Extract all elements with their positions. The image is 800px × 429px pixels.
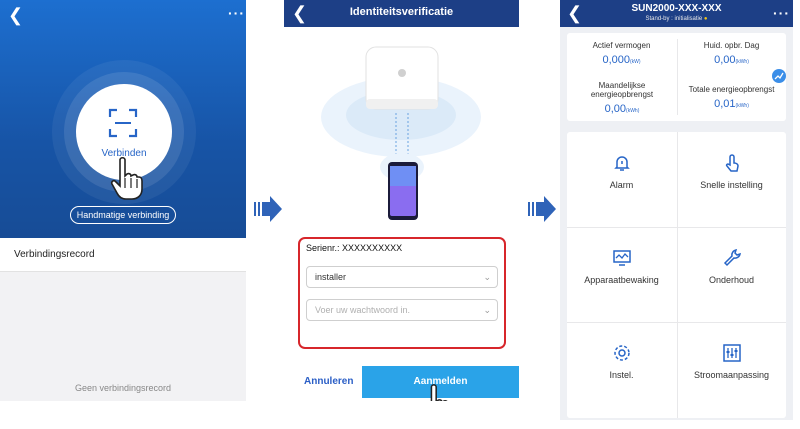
tile-label: Snelle instelling [700, 180, 763, 190]
tile-label: Onderhoud [708, 275, 755, 285]
stat-value: 0,000 [602, 54, 630, 66]
stat-value: 0,01 [714, 98, 736, 110]
tile-device-monitoring[interactable]: Apparaatbewaking [567, 227, 676, 322]
stat-unit: (kWh) [735, 59, 749, 65]
header-bar: ❮ SUN2000-XXX-XXX Stand-by : initialisat… [560, 0, 793, 27]
device-status: Stand-by : initialisatie ● [560, 16, 793, 22]
more-icon[interactable]: ··· [773, 5, 790, 21]
stat-active-power: Actief vermogen 0,000(kW) [567, 41, 676, 68]
identity-verification-screen: ❮ Identiteitsverificatie Serienr.: XXXXX… [284, 0, 519, 401]
stat-label: Totale energieopbrengst [688, 85, 775, 94]
tile-quick-settings[interactable]: Snelle instelling [677, 132, 786, 227]
tile-settings[interactable]: Instel. [567, 322, 676, 417]
pairing-illustration [284, 27, 519, 232]
scan-icon [108, 108, 138, 138]
cancel-button[interactable]: Annuleren [304, 376, 353, 387]
stats-panel: Actief vermogen 0,000(kW) Huid. opbr. Da… [567, 33, 786, 121]
wrench-icon [723, 249, 741, 267]
user-value: installer [315, 272, 347, 282]
tap-icon [725, 154, 739, 172]
tap-hand-icon [430, 384, 448, 401]
user-select[interactable]: installer ⌄ [306, 266, 498, 288]
password-placeholder: Voer uw wachtwoord in. [315, 305, 411, 315]
stats-divider [677, 39, 678, 115]
stat-unit: (kW) [629, 59, 641, 65]
tile-power-adjustment[interactable]: Stroomaanpassing [677, 322, 786, 417]
device-dashboard-screen: ❮ SUN2000-XXX-XXX Stand-by : initialisat… [560, 0, 793, 420]
stat-label: Huid. opbr. Dag [703, 41, 760, 50]
no-record-text: Geen verbindingsrecord [74, 383, 172, 393]
stat-value: 0,00 [604, 103, 627, 115]
tile-alarm[interactable]: Alarm [567, 132, 676, 227]
connection-record-title: Verbindingsrecord [0, 238, 246, 272]
arrow-right-icon [528, 196, 556, 222]
tile-maintenance[interactable]: Onderhoud [677, 227, 786, 322]
serial-number: Serienr.: XXXXXXXXXX [306, 243, 402, 253]
function-grid: Alarm Snelle instelling Apparaatbewaking… [567, 132, 786, 418]
tap-hand-icon [110, 156, 143, 200]
stat-value: 0,00 [714, 54, 736, 66]
stat-label: Actief vermogen [592, 41, 651, 50]
tile-label: Instel. [609, 370, 634, 380]
tile-label: Stroomaanpassing [693, 370, 770, 380]
tile-label: Alarm [609, 180, 634, 190]
sliders-icon [723, 344, 741, 362]
serial-label: Serienr.: [306, 243, 340, 253]
stat-unit: (kWh) [735, 103, 749, 109]
bell-icon [614, 156, 630, 171]
chevron-down-icon[interactable]: ⌄ [483, 267, 491, 287]
stat-unit: (kWh) [626, 108, 640, 114]
stat-label: Maandelijkse energieopbrengst [590, 81, 654, 99]
status-dot-icon: ● [703, 16, 708, 22]
gear-icon [614, 345, 630, 361]
password-field[interactable]: Voer uw wachtwoord in. ⌄ [306, 299, 498, 321]
chevron-down-icon[interactable]: ⌄ [483, 300, 491, 320]
tile-label: Apparaatbewaking [584, 275, 659, 285]
stat-month-yield: Maandelijkse energieopbrengst 0,00(kWh) [581, 81, 663, 117]
inverter-phone-illustration [321, 46, 481, 220]
chart-icon[interactable] [772, 69, 786, 83]
stat-day-yield: Huid. opbr. Dag 0,00(kWh) [677, 41, 786, 68]
arrow-right-icon [254, 196, 282, 222]
page-title: Identiteitsverificatie [349, 6, 454, 18]
manual-connect-button[interactable]: Handmatige verbinding [70, 206, 176, 224]
stat-total-yield: Totale energieopbrengst 0,01(kWh) [677, 85, 786, 112]
monitor-icon [613, 250, 631, 266]
device-title: SUN2000-XXX-XXX [631, 3, 722, 14]
device-status-text: Stand-by : initialisatie [645, 16, 703, 22]
more-icon[interactable]: ··· [228, 5, 245, 21]
login-form-highlight [298, 237, 506, 349]
header-bar: ❮ Identiteitsverificatie [284, 0, 519, 27]
serial-value: XXXXXXXXXX [342, 243, 403, 253]
back-icon[interactable]: ❮ [8, 6, 23, 24]
connect-screen: ❮ ··· Verbinden Handmatige verbinding Ve… [0, 0, 246, 401]
